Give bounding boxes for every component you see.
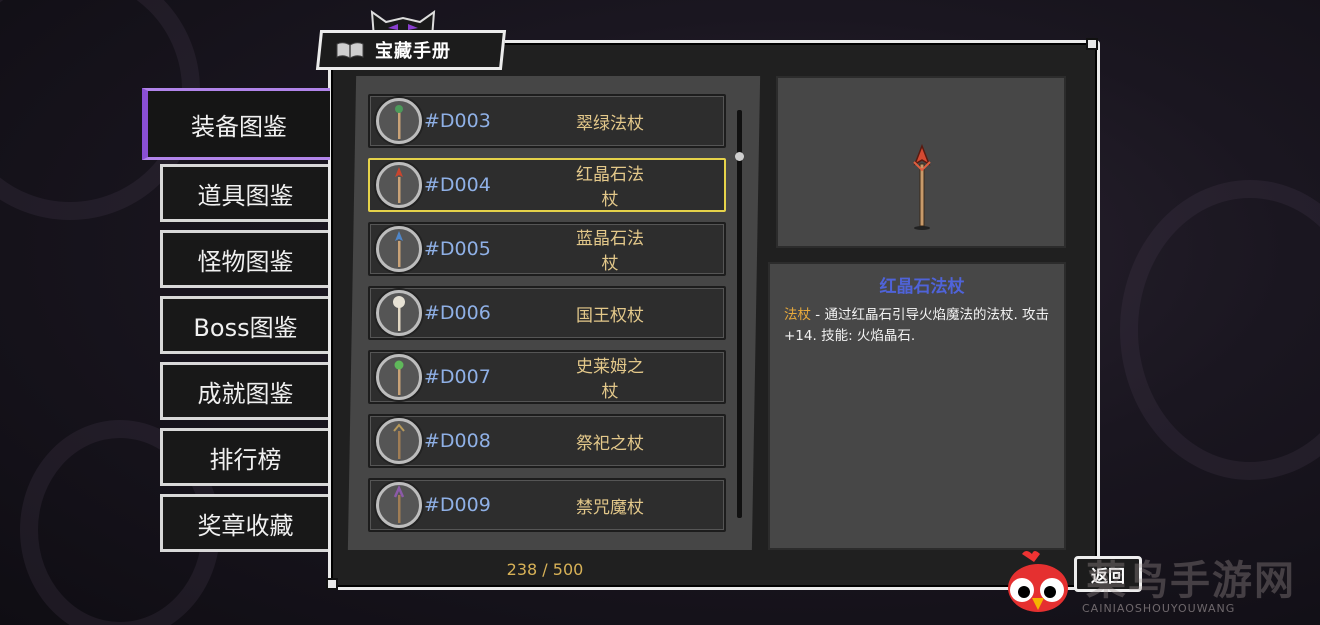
detail-body: - 通过红晶石引导火焰魔法的法杖. 攻击+14. 技能: 火焰晶石. [784, 307, 1050, 344]
item-preview [776, 76, 1066, 248]
item-name: 祭祀之杖 [576, 433, 644, 454]
scroll-thumb[interactable] [735, 152, 744, 161]
chick-mascot-icon [1008, 551, 1068, 612]
item-name: 国王权杖 [576, 305, 644, 326]
tab-achievements[interactable]: 成就图鉴 [160, 362, 328, 420]
panel-corner [1086, 38, 1098, 50]
skull-staff-icon [376, 290, 422, 336]
tab-boss[interactable]: Boss图鉴 [160, 296, 328, 354]
staff-icon [376, 354, 422, 400]
collection-counter: 238 / 500 [506, 560, 584, 579]
book-icon [336, 42, 364, 59]
item-code: #D007 [424, 366, 491, 388]
tab-label: 装备图鉴 [191, 112, 287, 141]
staff-icon [376, 98, 422, 144]
tab-label: 排行榜 [209, 445, 282, 474]
tab-medals[interactable]: 奖章收藏 [160, 494, 328, 552]
list-item[interactable]: #D003 翠绿法杖 [368, 94, 726, 148]
list-item[interactable]: #D007 史莱姆之杖 [368, 350, 726, 404]
staff-icon [376, 162, 422, 208]
list-item[interactable]: #D009 禁咒魔杖 [368, 478, 726, 532]
tab-label: Boss图鉴 [193, 313, 298, 342]
tab-equipment[interactable]: 装备图鉴 [142, 88, 330, 160]
tab-label: 奖章收藏 [197, 511, 294, 540]
staff-icon [376, 226, 422, 272]
detail-description: 法杖 - 通过红晶石引导火焰魔法的法杖. 攻击+14. 技能: 火焰晶石. [784, 305, 1059, 347]
tab-items[interactable]: 道具图鉴 [160, 164, 328, 222]
tab-leaderboard[interactable]: 排行榜 [160, 428, 328, 486]
panel-corner [326, 578, 338, 590]
item-code: #D004 [424, 174, 491, 196]
list-item[interactable]: #D005 蓝晶石法杖 [368, 222, 726, 276]
background-swirl [1120, 180, 1320, 480]
item-name: 史莱姆之杖 [576, 357, 644, 402]
list-scrollbar[interactable] [737, 110, 742, 518]
list-item-selected[interactable]: #D004 红晶石法杖 [368, 158, 726, 212]
staff-icon [376, 482, 422, 528]
tab-label: 怪物图鉴 [197, 247, 294, 276]
watermark-sub: CAINIAOSHOUYOUWANG [1082, 602, 1236, 615]
page-title: 宝藏手册 [375, 41, 451, 62]
item-code: #D009 [424, 494, 491, 516]
item-name: 蓝晶石法杖 [576, 229, 644, 274]
item-code: #D008 [424, 430, 491, 452]
red-crystal-staff-icon [913, 144, 931, 230]
list-item[interactable]: #D008 祭祀之杖 [368, 414, 726, 468]
tab-monsters[interactable]: 怪物图鉴 [160, 230, 328, 288]
item-name: 翠绿法杖 [576, 113, 644, 134]
detail-title: 红晶石法杖 [879, 277, 965, 297]
staff-icon [376, 418, 422, 464]
title-banner: 宝藏手册 [315, 30, 507, 70]
item-name: 禁咒魔杖 [576, 497, 644, 518]
detail-type: 法杖 [784, 307, 811, 323]
item-code: #D003 [424, 110, 491, 132]
item-code: #D006 [424, 302, 491, 324]
tab-label: 成就图鉴 [197, 379, 294, 408]
list-item[interactable]: #D006 国王权杖 [368, 286, 726, 340]
item-code: #D005 [424, 238, 491, 260]
watermark: 菜鸟手游网 [1086, 558, 1296, 604]
tab-label: 道具图鉴 [197, 181, 294, 210]
item-name: 红晶石法杖 [576, 165, 644, 210]
